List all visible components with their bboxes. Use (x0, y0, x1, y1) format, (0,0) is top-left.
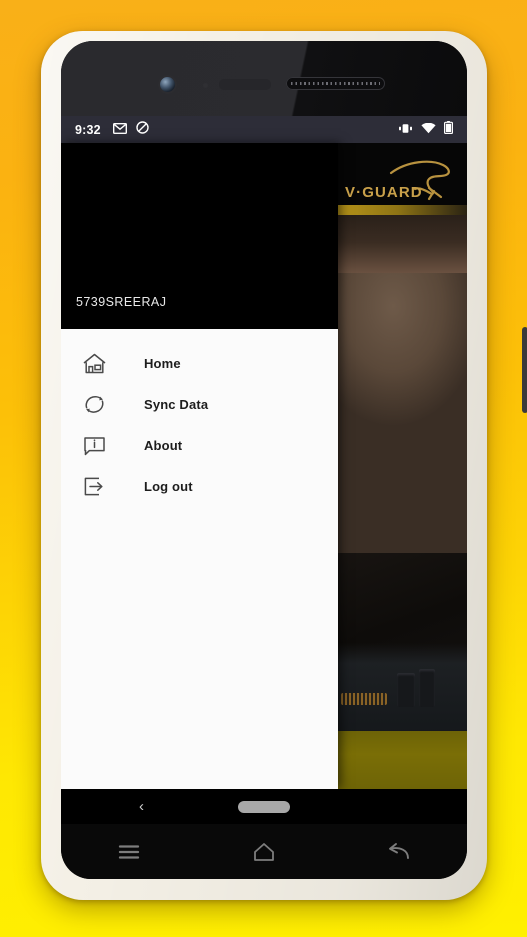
soft-back-button[interactable]: ‹ (139, 799, 144, 814)
wifi-icon (421, 121, 436, 139)
drawer-item-label: Home (144, 356, 181, 371)
proximity-sensor-icon (203, 83, 208, 88)
device-navigation-bar (61, 824, 467, 879)
drawer-item-label: Sync Data (144, 397, 209, 412)
phone-device: 9:32 V·GUARD 5739SREERAJ Home Sync Data … (41, 31, 527, 900)
battery-icon (444, 120, 454, 139)
status-bar-clock: 9:32 (75, 122, 101, 137)
drawer-item-about[interactable]: About (61, 425, 338, 466)
do-not-disturb-icon (136, 120, 149, 139)
photo-capacitor (419, 669, 435, 707)
app-soft-nav-bar: ‹ (61, 789, 467, 824)
gmail-icon (112, 121, 127, 139)
home-outline-icon (254, 842, 274, 861)
navigation-drawer: 5739SREERAJ Home Sync Data About Log out (61, 143, 338, 789)
front-camera-icon (160, 77, 175, 92)
home-button[interactable] (235, 832, 293, 872)
recents-button[interactable] (100, 832, 158, 872)
home-icon (79, 349, 109, 379)
power-button[interactable] (522, 327, 527, 413)
phone-screen: 9:32 V·GUARD 5739SREERAJ Home Sync Data … (61, 41, 467, 879)
drawer-item-sync-data[interactable]: Sync Data (61, 384, 338, 425)
drawer-item-label: About (144, 438, 183, 453)
back-arrow-icon (389, 842, 410, 859)
home-indicator-pill[interactable] (238, 800, 290, 813)
status-bar: 9:32 (61, 116, 467, 143)
menu-icon (118, 844, 139, 859)
drawer-item-home[interactable]: Home (61, 343, 338, 384)
photo-capacitor (397, 673, 415, 707)
drawer-menu-list: Home Sync Data About Log out (61, 329, 338, 789)
back-button[interactable] (370, 832, 428, 872)
drawer-header: 5739SREERAJ (61, 143, 338, 329)
wallpaper-backdrop: 9:32 V·GUARD 5739SREERAJ Home Sync Data … (0, 0, 527, 937)
app-content: V·GUARD 5739SREERAJ Home Sync Data About… (61, 143, 467, 824)
earpiece-speaker (286, 77, 385, 90)
info-icon (79, 431, 109, 461)
logout-icon (79, 472, 109, 502)
vibrate-icon (398, 121, 413, 139)
drawer-username: 5739SREERAJ (76, 295, 167, 309)
photo-coil (341, 693, 387, 705)
drawer-item-log-out[interactable]: Log out (61, 466, 338, 507)
sync-icon (79, 390, 109, 420)
sensor-strip (219, 79, 271, 90)
drawer-item-label: Log out (144, 479, 193, 494)
app-viewport: 9:32 V·GUARD 5739SREERAJ Home Sync Data … (61, 116, 467, 824)
